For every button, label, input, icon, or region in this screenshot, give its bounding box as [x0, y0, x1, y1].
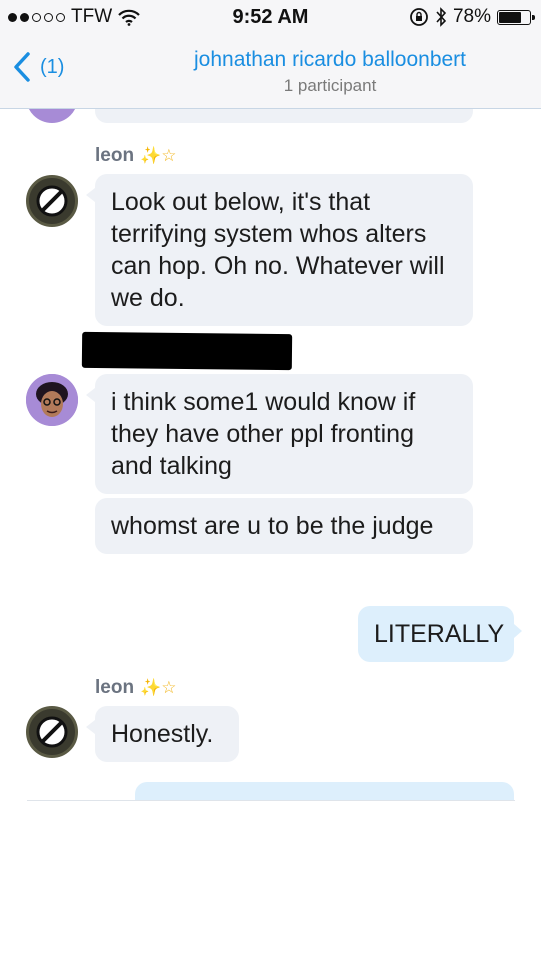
- chevron-left-icon: [14, 52, 30, 82]
- outgoing-message-bubble[interactable]: LITERALLY: [358, 606, 522, 662]
- battery-percent: 78%: [452, 6, 491, 27]
- message-bubble[interactable]: whomst are u to be the judge: [95, 498, 473, 554]
- redacted-sender-name: [81, 331, 293, 371]
- sender-name: leon ✨☆: [95, 677, 177, 698]
- bluetooth-icon: [436, 7, 447, 27]
- message-bubble[interactable]: Honestly.: [86, 706, 239, 762]
- avatar-cut[interactable]: [26, 109, 78, 123]
- person-avatar-icon: [26, 374, 78, 426]
- participant-count: 1 participant: [283, 76, 377, 95]
- no-sign-icon: [36, 716, 68, 748]
- battery-tip: [532, 14, 535, 20]
- message-bubble[interactable]: Look out below, it's that terrifying sys…: [86, 174, 473, 326]
- conversation-title-group[interactable]: johnathan ricardo balloonbert 1 particip…: [140, 48, 520, 96]
- avatar[interactable]: [26, 374, 78, 426]
- message-bubble-cut[interactable]: [95, 109, 473, 123]
- conversation-title: johnathan ricardo balloonbert: [193, 48, 467, 71]
- sender-name: leon ✨☆: [95, 145, 177, 166]
- orientation-lock-icon: [410, 8, 428, 26]
- sparkles-icon: ✨☆: [140, 678, 177, 697]
- unread-count: (1): [40, 55, 65, 78]
- message-bubble[interactable]: i think some1 would know if they have ot…: [86, 374, 473, 494]
- avatar[interactable]: [26, 175, 78, 227]
- battery-icon: [497, 9, 535, 25]
- sparkles-icon: ✨☆: [140, 146, 177, 165]
- battery-level-fill: [499, 11, 521, 23]
- composer-divider: [27, 800, 515, 801]
- no-sign-icon: [36, 185, 68, 217]
- back-button[interactable]: (1): [14, 52, 64, 82]
- outgoing-message-bubble[interactable]: how plural would u ???: [135, 782, 514, 801]
- avatar[interactable]: [26, 706, 78, 758]
- conversation-header: (1) johnathan ricardo balloonbert 1 part…: [0, 36, 541, 109]
- status-right-group: 78%: [409, 6, 535, 28]
- message-list[interactable]: leon ✨☆ Look out below, it's that terrif…: [0, 109, 541, 801]
- status-bar: TFW 9:52 AM 78%: [0, 0, 541, 36]
